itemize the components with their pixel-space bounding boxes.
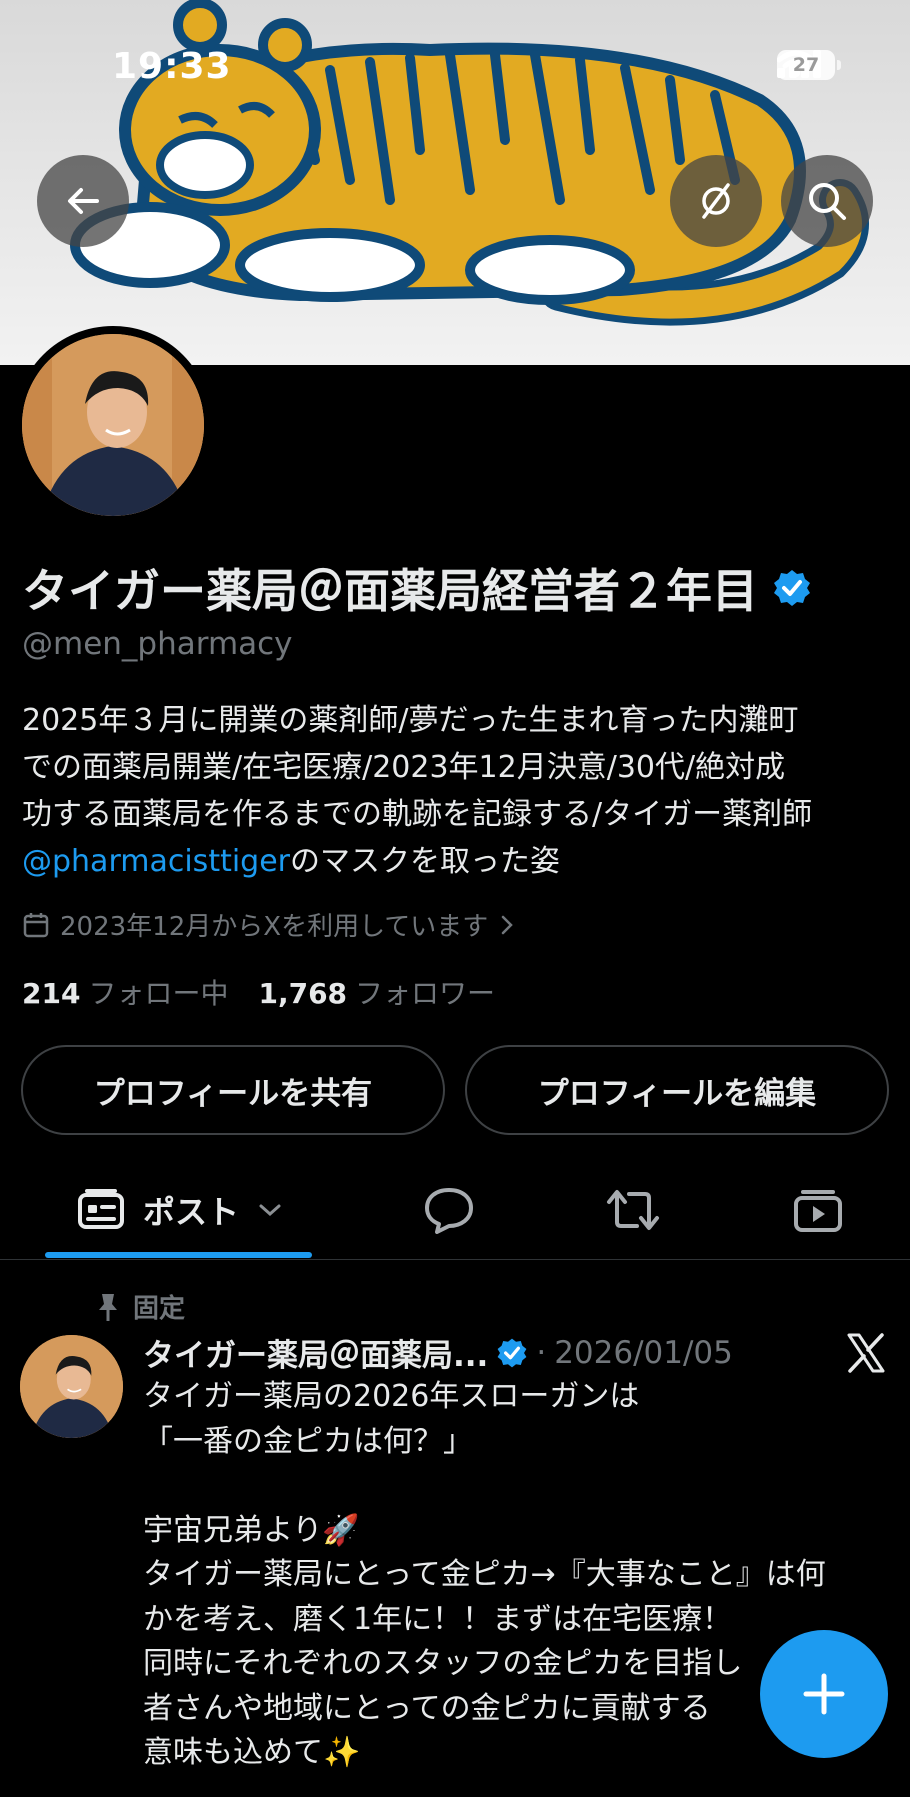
bio-line: 功する面薬局を作るまでの軌跡を記録する/タイガー薬剤師 (22, 797, 813, 832)
bio-line: @pharmacisttigerのマスクを取った姿 (22, 838, 892, 885)
avatar-photo (22, 334, 204, 516)
joined-text: 2023年12月からXを利用しています (60, 912, 489, 942)
grok-button[interactable] (670, 155, 762, 247)
tab-reposts[interactable] (605, 1160, 661, 1260)
following-link[interactable]: 214 フォロー中 (22, 972, 228, 1012)
pinned-label: 固定 (133, 1294, 186, 1324)
status-icons: 27 (777, 50, 841, 80)
repost-icon (607, 1190, 659, 1230)
battery-indicator: 27 (777, 50, 841, 80)
grok-icon (702, 183, 730, 219)
profile-avatar[interactable] (14, 326, 212, 524)
edit-profile-button[interactable]: プロフィールを編集 (465, 1045, 889, 1135)
avatar-photo (20, 1335, 123, 1438)
calendar-icon (23, 912, 49, 937)
x-logo-icon[interactable] (845, 1332, 887, 1374)
status-time: 19:33 (112, 46, 232, 87)
chevron-right-icon (502, 915, 514, 934)
profile-name: タイガー薬局＠面薬局経営者２年目 (22, 555, 812, 621)
post-header: タイガー薬局＠面薬局... · 2026/01/05 (143, 1330, 733, 1375)
post-date[interactable]: 2026/01/05 (554, 1335, 733, 1371)
plus-icon (803, 1673, 845, 1715)
arrow-left-icon (68, 188, 99, 214)
tab-replies[interactable] (423, 1160, 475, 1260)
search-icon (809, 183, 846, 220)
profile-bio: 2025年３月に開業の薬剤師/夢だった生まれ育った内灘町 での面薬局開業/在宅医… (22, 697, 892, 885)
posts-icon (78, 1189, 124, 1229)
reply-bubble-icon (425, 1188, 473, 1234)
back-button[interactable] (37, 155, 129, 247)
compose-post-button[interactable] (760, 1630, 888, 1758)
pinned-indicator: 固定 (95, 1288, 185, 1325)
profile-tabs: ポスト (0, 1160, 910, 1260)
follow-stats: 214 フォロー中 1,768 フォロワー (22, 972, 495, 1012)
post-author-avatar[interactable] (20, 1335, 123, 1438)
bio-line-text: のマスクを取った姿 (290, 844, 561, 879)
profile-name-text: タイガー薬局＠面薬局経営者２年目 (22, 564, 758, 618)
post-author-name[interactable]: タイガー薬局＠面薬局... (143, 1330, 488, 1375)
profile-banner[interactable]: 19:33 27 (0, 0, 910, 365)
tab-media[interactable] (793, 1160, 843, 1260)
tab-posts[interactable]: ポスト (77, 1160, 283, 1260)
followers-link[interactable]: 1,768 フォロワー (258, 972, 495, 1012)
bio-line: 2025年３月に開業の薬剤師/夢だった生まれ育った内灘町 (22, 703, 799, 738)
tab-posts-label: ポスト (143, 1193, 240, 1231)
following-count: 214 (22, 977, 81, 1010)
followers-label: フォロワー (355, 977, 496, 1010)
verified-badge-icon[interactable] (772, 568, 812, 608)
chevron-down-icon (259, 1204, 281, 1217)
bio-line: での面薬局開業/在宅医療/2023年12月決意/30代/絶対成 (22, 750, 786, 785)
media-icon (794, 1190, 842, 1232)
bio-mention-link[interactable]: @pharmacisttiger (22, 844, 290, 879)
share-profile-button[interactable]: プロフィールを共有 (21, 1045, 445, 1135)
verified-badge-icon (497, 1338, 527, 1367)
profile-handle: @men_pharmacy (22, 626, 293, 662)
search-button[interactable] (781, 155, 873, 247)
followers-count: 1,768 (258, 977, 348, 1010)
status-bar: 19:33 27 (0, 40, 910, 100)
post-separator: · (536, 1334, 547, 1371)
joined-date[interactable]: 2023年12月からXを利用しています (22, 906, 516, 943)
following-label: フォロー中 (88, 977, 229, 1010)
pin-icon (99, 1293, 117, 1321)
active-tab-indicator (45, 1252, 312, 1258)
